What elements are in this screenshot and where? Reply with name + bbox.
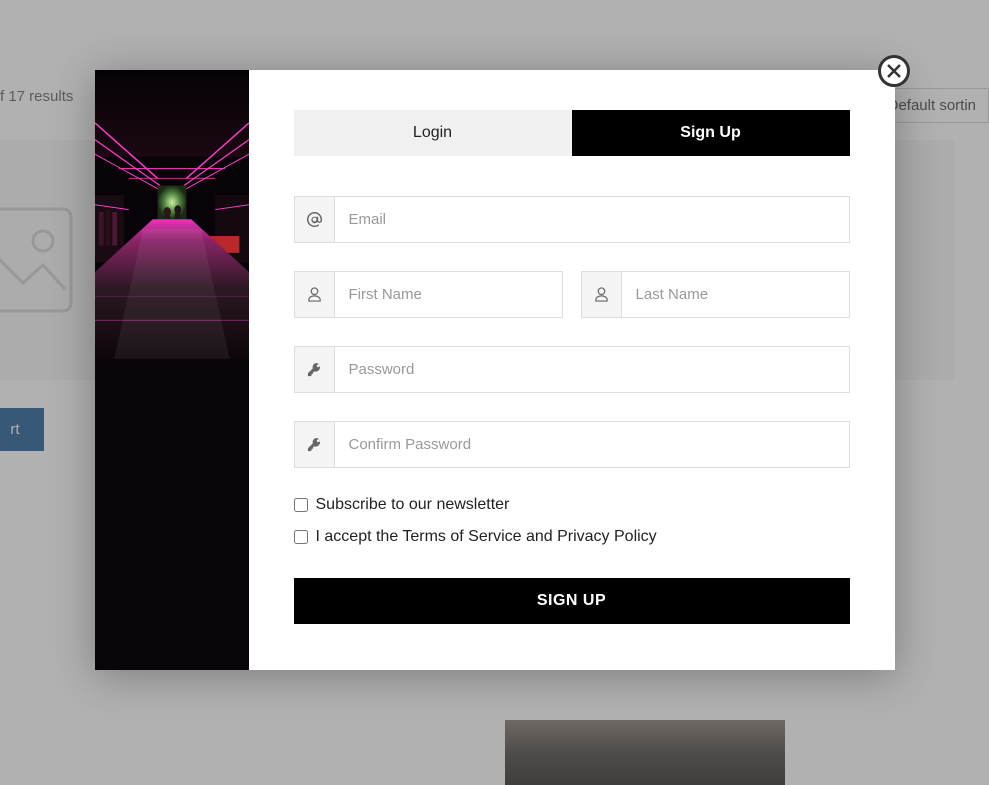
confirm-password-group xyxy=(294,421,850,468)
close-icon xyxy=(887,64,901,78)
password-group xyxy=(294,346,850,393)
store-interior-illustration xyxy=(95,70,249,359)
newsletter-row: Subscribe to our newsletter xyxy=(294,496,850,514)
modal-overlay: Login Sign Up xyxy=(0,0,989,785)
email-group xyxy=(294,196,850,243)
lastname-input[interactable] xyxy=(621,271,850,318)
newsletter-label[interactable]: Subscribe to our newsletter xyxy=(316,496,510,514)
auth-tabs: Login Sign Up xyxy=(294,110,850,156)
at-icon xyxy=(294,196,334,243)
terms-row: I accept the Terms of Service and Privac… xyxy=(294,528,850,546)
key-icon xyxy=(294,346,334,393)
firstname-group xyxy=(294,271,563,318)
signup-form: Login Sign Up xyxy=(249,70,895,670)
terms-label[interactable]: I accept the Terms of Service and Privac… xyxy=(316,528,657,546)
name-row xyxy=(294,271,850,318)
modal-hero-image xyxy=(95,70,249,670)
key-icon xyxy=(294,421,334,468)
tab-login[interactable]: Login xyxy=(294,110,572,156)
lastname-group xyxy=(581,271,850,318)
newsletter-checkbox[interactable] xyxy=(294,498,308,512)
user-icon xyxy=(294,271,334,318)
close-button[interactable] xyxy=(878,55,910,87)
firstname-input[interactable] xyxy=(334,271,563,318)
terms-checkbox[interactable] xyxy=(294,530,308,544)
user-icon xyxy=(581,271,621,318)
signup-submit-button[interactable]: SIGN UP xyxy=(294,578,850,624)
signup-modal: Login Sign Up xyxy=(95,70,895,670)
confirm-password-input[interactable] xyxy=(334,421,850,468)
tab-signup[interactable]: Sign Up xyxy=(572,110,850,156)
email-input[interactable] xyxy=(334,196,850,243)
password-input[interactable] xyxy=(334,346,850,393)
